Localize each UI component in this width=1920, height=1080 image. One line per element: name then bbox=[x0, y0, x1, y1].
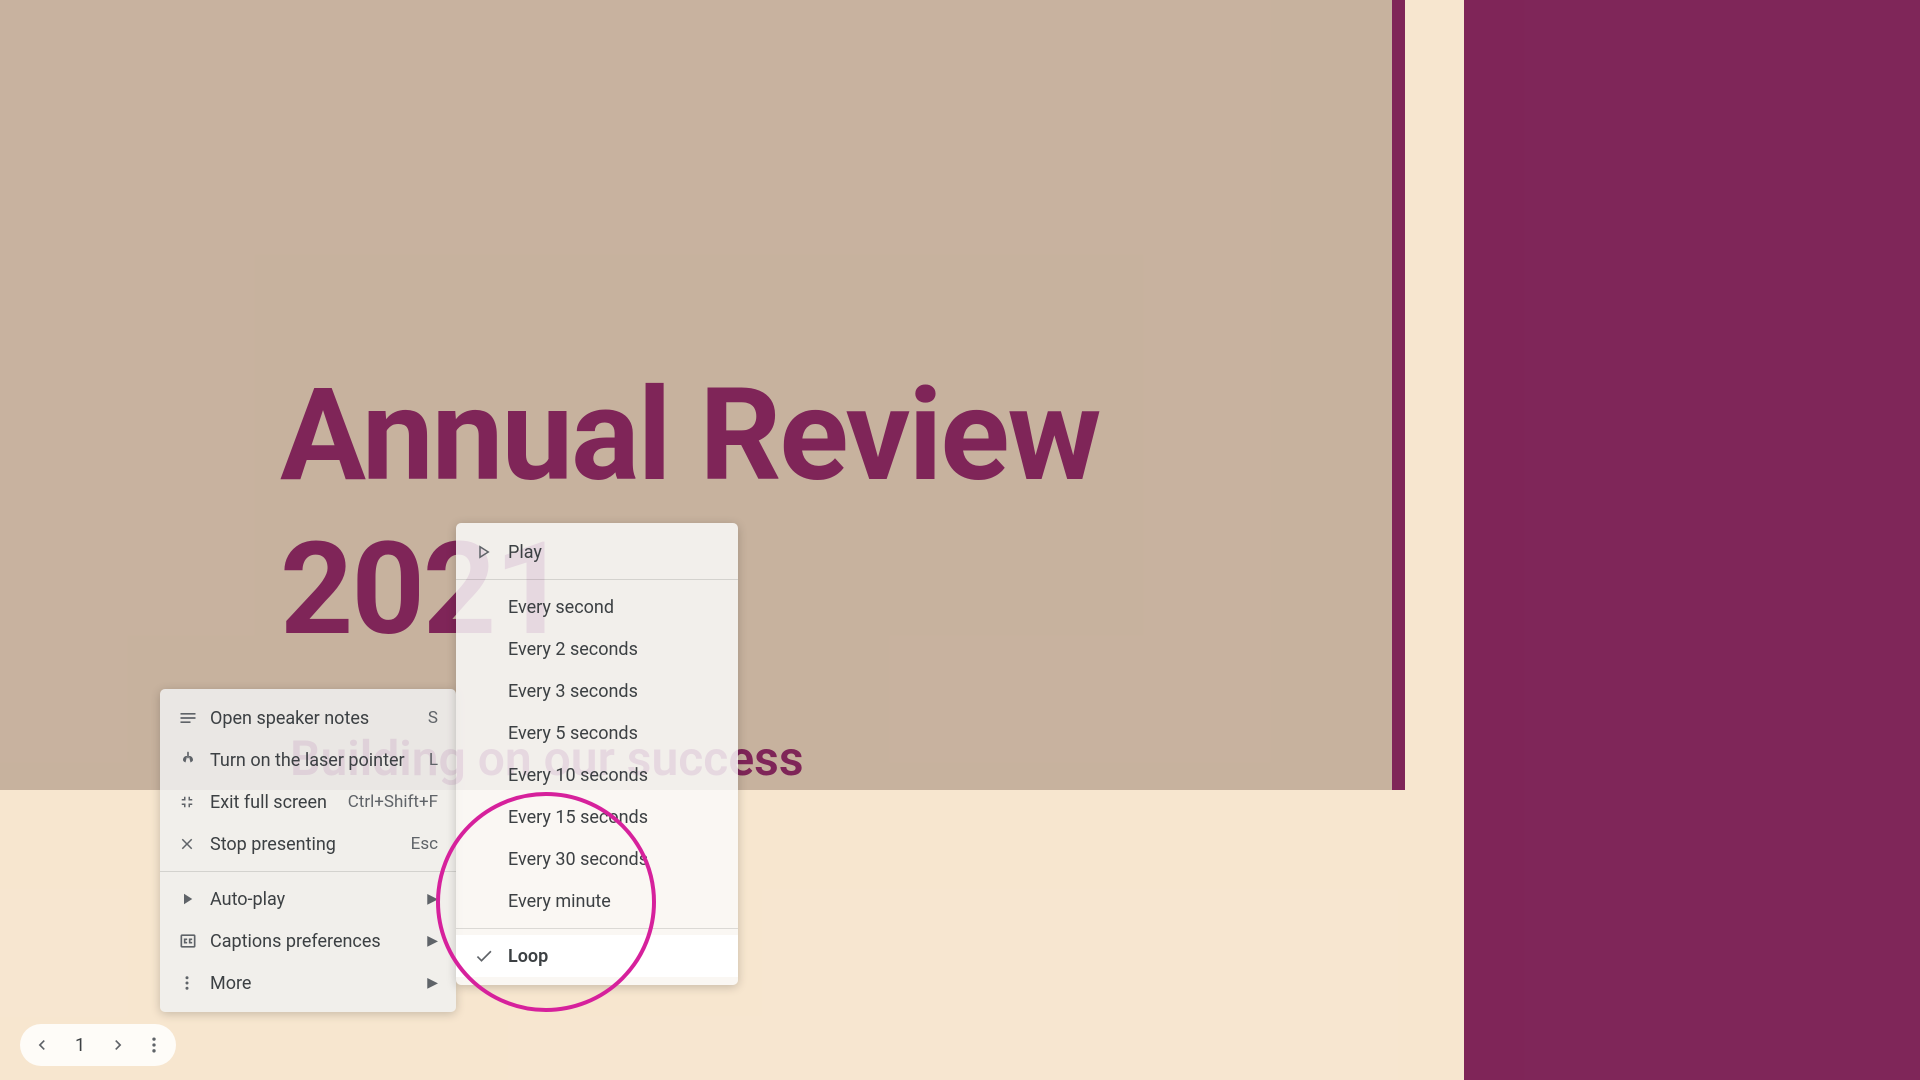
submenu-interval-15s[interactable]: Every 15 seconds bbox=[456, 796, 738, 838]
menu-auto-play[interactable]: Auto-play ▶ bbox=[160, 878, 456, 920]
submenu-interval-5s[interactable]: Every 5 seconds bbox=[456, 712, 738, 754]
menu-open-speaker-notes[interactable]: Open speaker notes S bbox=[160, 697, 456, 739]
menu-item-shortcut: Esc bbox=[411, 834, 438, 854]
close-icon bbox=[178, 835, 210, 853]
captions-icon bbox=[178, 931, 210, 951]
submenu-interval-30s[interactable]: Every 30 seconds bbox=[456, 838, 738, 880]
chevron-right-icon bbox=[108, 1035, 128, 1055]
menu-item-label: Stop presenting bbox=[210, 834, 411, 855]
menu-laser-pointer[interactable]: Turn on the laser pointer L bbox=[160, 739, 456, 781]
menu-item-label: Captions preferences bbox=[210, 931, 427, 952]
slide-accent-right bbox=[1392, 0, 1920, 1080]
menu-item-label: Open speaker notes bbox=[210, 708, 428, 729]
menu-separator bbox=[456, 928, 738, 929]
submenu-item-label: Every 30 seconds bbox=[508, 849, 648, 870]
autoplay-submenu: Play Every second Every 2 seconds Every … bbox=[456, 523, 738, 985]
menu-separator bbox=[160, 871, 456, 872]
prev-slide-button[interactable] bbox=[24, 1027, 60, 1063]
menu-item-label: Exit full screen bbox=[210, 792, 348, 813]
submenu-interval-3s[interactable]: Every 3 seconds bbox=[456, 670, 738, 712]
more-vert-icon bbox=[144, 1035, 164, 1055]
submenu-item-label: Loop bbox=[508, 946, 548, 967]
menu-item-label: Turn on the laser pointer bbox=[210, 750, 429, 771]
slide-accent-light-vertical bbox=[1405, 0, 1464, 1080]
chevron-left-icon bbox=[32, 1035, 52, 1055]
options-button[interactable] bbox=[136, 1027, 172, 1063]
play-icon bbox=[178, 890, 210, 908]
submenu-interval-2s[interactable]: Every 2 seconds bbox=[456, 628, 738, 670]
submenu-item-label: Every second bbox=[508, 597, 614, 618]
menu-separator bbox=[456, 579, 738, 580]
check-icon bbox=[474, 946, 508, 966]
exit-fullscreen-icon bbox=[178, 793, 210, 811]
slide-number[interactable]: 1 bbox=[60, 1035, 100, 1056]
submenu-item-label: Every minute bbox=[508, 891, 611, 912]
notes-icon bbox=[178, 708, 210, 728]
menu-item-shortcut: L bbox=[429, 750, 438, 770]
next-slide-button[interactable] bbox=[100, 1027, 136, 1063]
menu-more[interactable]: More ▶ bbox=[160, 962, 456, 1004]
laser-pointer-icon bbox=[178, 750, 210, 770]
submenu-arrow-icon: ▶ bbox=[427, 891, 438, 907]
submenu-item-label: Every 2 seconds bbox=[508, 639, 638, 660]
submenu-interval-10s[interactable]: Every 10 seconds bbox=[456, 754, 738, 796]
submenu-loop[interactable]: Loop bbox=[456, 935, 738, 977]
submenu-arrow-icon: ▶ bbox=[427, 933, 438, 949]
menu-exit-fullscreen[interactable]: Exit full screen Ctrl+Shift+F bbox=[160, 781, 456, 823]
menu-item-shortcut: Ctrl+Shift+F bbox=[348, 792, 438, 812]
submenu-play[interactable]: Play bbox=[456, 531, 738, 573]
submenu-item-label: Every 3 seconds bbox=[508, 681, 638, 702]
menu-captions-preferences[interactable]: Captions preferences ▶ bbox=[160, 920, 456, 962]
more-vert-icon bbox=[178, 974, 210, 992]
options-context-menu: Open speaker notes S Turn on the laser p… bbox=[160, 689, 456, 1012]
menu-item-label: Auto-play bbox=[210, 889, 427, 910]
presentation-toolbar: 1 bbox=[20, 1024, 176, 1066]
menu-item-shortcut: S bbox=[428, 708, 438, 728]
submenu-item-label: Every 10 seconds bbox=[508, 765, 648, 786]
submenu-interval-1s[interactable]: Every second bbox=[456, 586, 738, 628]
menu-item-label: More bbox=[210, 973, 427, 994]
submenu-item-label: Every 15 seconds bbox=[508, 807, 648, 828]
menu-stop-presenting[interactable]: Stop presenting Esc bbox=[160, 823, 456, 865]
play-outline-icon bbox=[474, 543, 508, 561]
submenu-item-label: Play bbox=[508, 542, 542, 563]
submenu-interval-1m[interactable]: Every minute bbox=[456, 880, 738, 922]
submenu-item-label: Every 5 seconds bbox=[508, 723, 638, 744]
submenu-arrow-icon: ▶ bbox=[427, 975, 438, 991]
slide-title-line1: Annual Review bbox=[280, 360, 1099, 514]
